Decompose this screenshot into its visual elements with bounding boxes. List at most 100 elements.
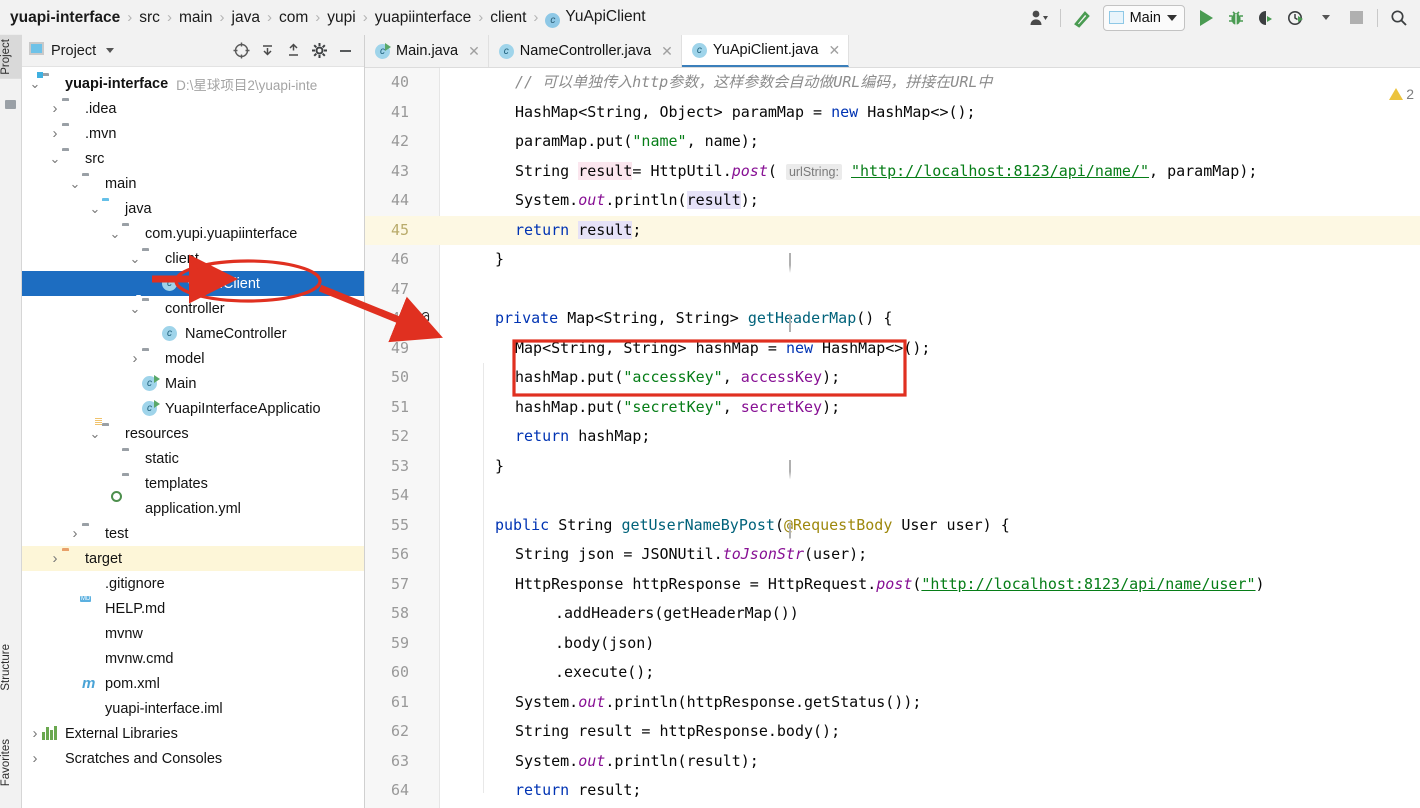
tree-item-templates[interactable]: templates	[22, 471, 364, 496]
breadcrumb-item-main[interactable]: main	[179, 9, 213, 27]
tree-item-main[interactable]: c Main	[22, 371, 364, 396]
tree-item-external-libraries[interactable]: › External Libraries	[22, 721, 364, 746]
sidebar-tab-project[interactable]: Project	[0, 35, 22, 79]
code-token: ,	[722, 368, 741, 386]
breadcrumb-item-java[interactable]: java	[232, 9, 260, 27]
breadcrumb-item-yuapiinterface[interactable]: yuapiinterface	[375, 9, 472, 27]
chevron-right-icon[interactable]: ›	[48, 100, 62, 117]
chevron-down-icon[interactable]: ⌄	[68, 176, 82, 192]
chevron-down-icon[interactable]	[1167, 14, 1177, 21]
fold-marker-top[interactable]	[789, 312, 801, 332]
editor-tab-yuapiclient-java[interactable]: c YuApiClient.java ✕	[681, 35, 850, 67]
tree-item-yuapi-interface-iml[interactable]: yuapi-interface.iml	[22, 696, 364, 721]
fold-markers[interactable]	[789, 68, 803, 808]
tree-item-yuapiclient[interactable]: c YuApiClient	[22, 271, 364, 296]
close-icon[interactable]: ✕	[829, 42, 841, 59]
code-text: .execute();	[555, 658, 654, 688]
chevron-down-icon[interactable]: ⌄	[88, 426, 102, 442]
breadcrumb-item-yupi[interactable]: yupi	[327, 9, 355, 27]
chevron-down-icon[interactable]	[1311, 3, 1341, 33]
line-number: 51	[390, 397, 409, 416]
tree-item-yuapiinterfaceapplicatio[interactable]: c YuapiInterfaceApplicatio	[22, 396, 364, 421]
run-configuration-selector[interactable]: Main	[1102, 4, 1185, 31]
editor-tab-namecontroller-java[interactable]: c NameController.java ✕	[489, 35, 682, 67]
excluded-folder-icon	[62, 551, 79, 566]
inspection-warning-badge[interactable]: 2	[1389, 86, 1414, 102]
tree-item-namecontroller[interactable]: c NameController	[22, 321, 364, 346]
gear-icon[interactable]	[310, 42, 328, 60]
tree-item-yuapi-interface[interactable]: ⌄ yuapi-interface D:\星球项目2\yuapi-inte	[22, 71, 364, 96]
chevron-down-icon[interactable]: ⌄	[128, 301, 142, 317]
chevron-right-icon[interactable]: ›	[68, 525, 82, 542]
chevron-right-icon[interactable]: ›	[28, 725, 42, 742]
chevron-right-icon[interactable]: ›	[128, 350, 142, 367]
editor-tab-main-java[interactable]: c Main.java ✕	[365, 35, 489, 67]
tree-item-static[interactable]: static	[22, 446, 364, 471]
breadcrumb-item-com[interactable]: com	[279, 9, 308, 27]
code-token: result	[686, 191, 741, 209]
debug-icon[interactable]	[1221, 3, 1251, 33]
collapse-all-icon[interactable]	[284, 42, 302, 60]
close-icon[interactable]: ✕	[661, 43, 673, 60]
code-editor[interactable]: 40// 可以单独传入http参数，这样参数会自动做URL编码，拼接在URL中 4…	[365, 68, 1420, 808]
code-line: 55 public String getUserNameByPost(@Reque…	[365, 511, 1420, 541]
class-icon: c	[545, 12, 561, 28]
breadcrumb-item-yuapiclient[interactable]: c YuApiClient	[545, 8, 646, 28]
hide-panel-icon[interactable]	[336, 42, 354, 60]
tree-item-model[interactable]: › model	[22, 345, 364, 371]
profiler-icon[interactable]	[1281, 3, 1311, 33]
tree-item-main[interactable]: ⌄ main	[22, 171, 364, 196]
chevron-right-icon[interactable]: ›	[48, 125, 62, 142]
chevron-right-icon[interactable]: ›	[28, 750, 42, 767]
hammer-icon[interactable]	[1067, 3, 1097, 33]
external-libraries-icon	[42, 726, 59, 741]
run-with-coverage-icon[interactable]	[1251, 3, 1281, 33]
breadcrumb-item-client[interactable]: client	[490, 9, 526, 27]
annotation-gutter-marker[interactable]: @	[421, 304, 429, 334]
tree-item--idea[interactable]: › .idea	[22, 96, 364, 121]
tree-item-src[interactable]: ⌄ src	[22, 146, 364, 171]
code-token: return	[515, 427, 570, 445]
tree-item-target[interactable]: › target	[22, 546, 364, 571]
chevron-down-icon[interactable]: ⌄	[88, 201, 102, 217]
fold-marker-bot[interactable]	[789, 459, 801, 480]
tree-item-resources[interactable]: ⌄ resources	[22, 418, 364, 446]
tree-item-controller[interactable]: ⌄ controller	[22, 295, 364, 321]
close-icon[interactable]: ✕	[468, 43, 480, 60]
stop-icon[interactable]	[1341, 3, 1371, 33]
chevron-down-icon[interactable]	[106, 48, 115, 53]
tree-item-test[interactable]: › test	[22, 521, 364, 546]
tree-item-mvnw[interactable]: mvnw	[22, 621, 364, 646]
tree-item--mvn[interactable]: › .mvn	[22, 121, 364, 146]
tree-item-mvnw-cmd[interactable]: mvnw.cmd	[22, 646, 364, 671]
run-config-label: Main	[1129, 9, 1161, 26]
breadcrumb-item-src[interactable]: src	[139, 9, 160, 27]
breadcrumb-item-yuapi-interface[interactable]: yuapi-interface	[10, 9, 120, 27]
code-token: result	[578, 161, 633, 180]
expand-all-icon[interactable]	[258, 42, 276, 60]
tree-item-java[interactable]: ⌄ java	[22, 196, 364, 221]
tree-item-com-yupi-yuapiinterface[interactable]: ⌄ com.yupi.yuapiinterface	[22, 220, 364, 246]
search-icon[interactable]	[1384, 3, 1414, 33]
user-icon[interactable]	[1024, 3, 1054, 33]
fold-marker-bot[interactable]	[789, 253, 801, 273]
chevron-down-icon[interactable]: ⌄	[48, 151, 62, 167]
tree-item-pom-xml[interactable]: m pom.xml	[22, 671, 364, 696]
sidebar-tab-favorites[interactable]: Favorites	[0, 735, 22, 790]
tree-item-application-yml[interactable]: application.yml	[22, 496, 364, 521]
chevron-down-icon[interactable]: ⌄	[128, 251, 142, 267]
run-icon[interactable]	[1191, 3, 1221, 33]
tree-item-label: YuapiInterfaceApplicatio	[165, 400, 321, 417]
tree-item--gitignore[interactable]: .gitignore	[22, 571, 364, 596]
package-icon	[136, 245, 159, 266]
sidebar-tab-structure[interactable]: Structure	[0, 640, 22, 695]
tree-item-help-md[interactable]: MD HELP.md	[22, 596, 364, 621]
locate-icon[interactable]	[232, 42, 250, 60]
fold-marker-top[interactable]	[789, 518, 801, 539]
tree-item-client[interactable]: ⌄ client	[22, 245, 364, 271]
chevron-down-icon[interactable]: ⌄	[108, 226, 122, 242]
tree-item-scratches-and-consoles[interactable]: › Scratches and Consoles	[22, 746, 364, 771]
editor-tab-label: Main.java	[396, 43, 459, 59]
chevron-right-icon[interactable]: ›	[48, 550, 62, 567]
project-tree[interactable]: ⌄ yuapi-interface D:\星球项目2\yuapi-inte › .ide…	[22, 67, 364, 808]
